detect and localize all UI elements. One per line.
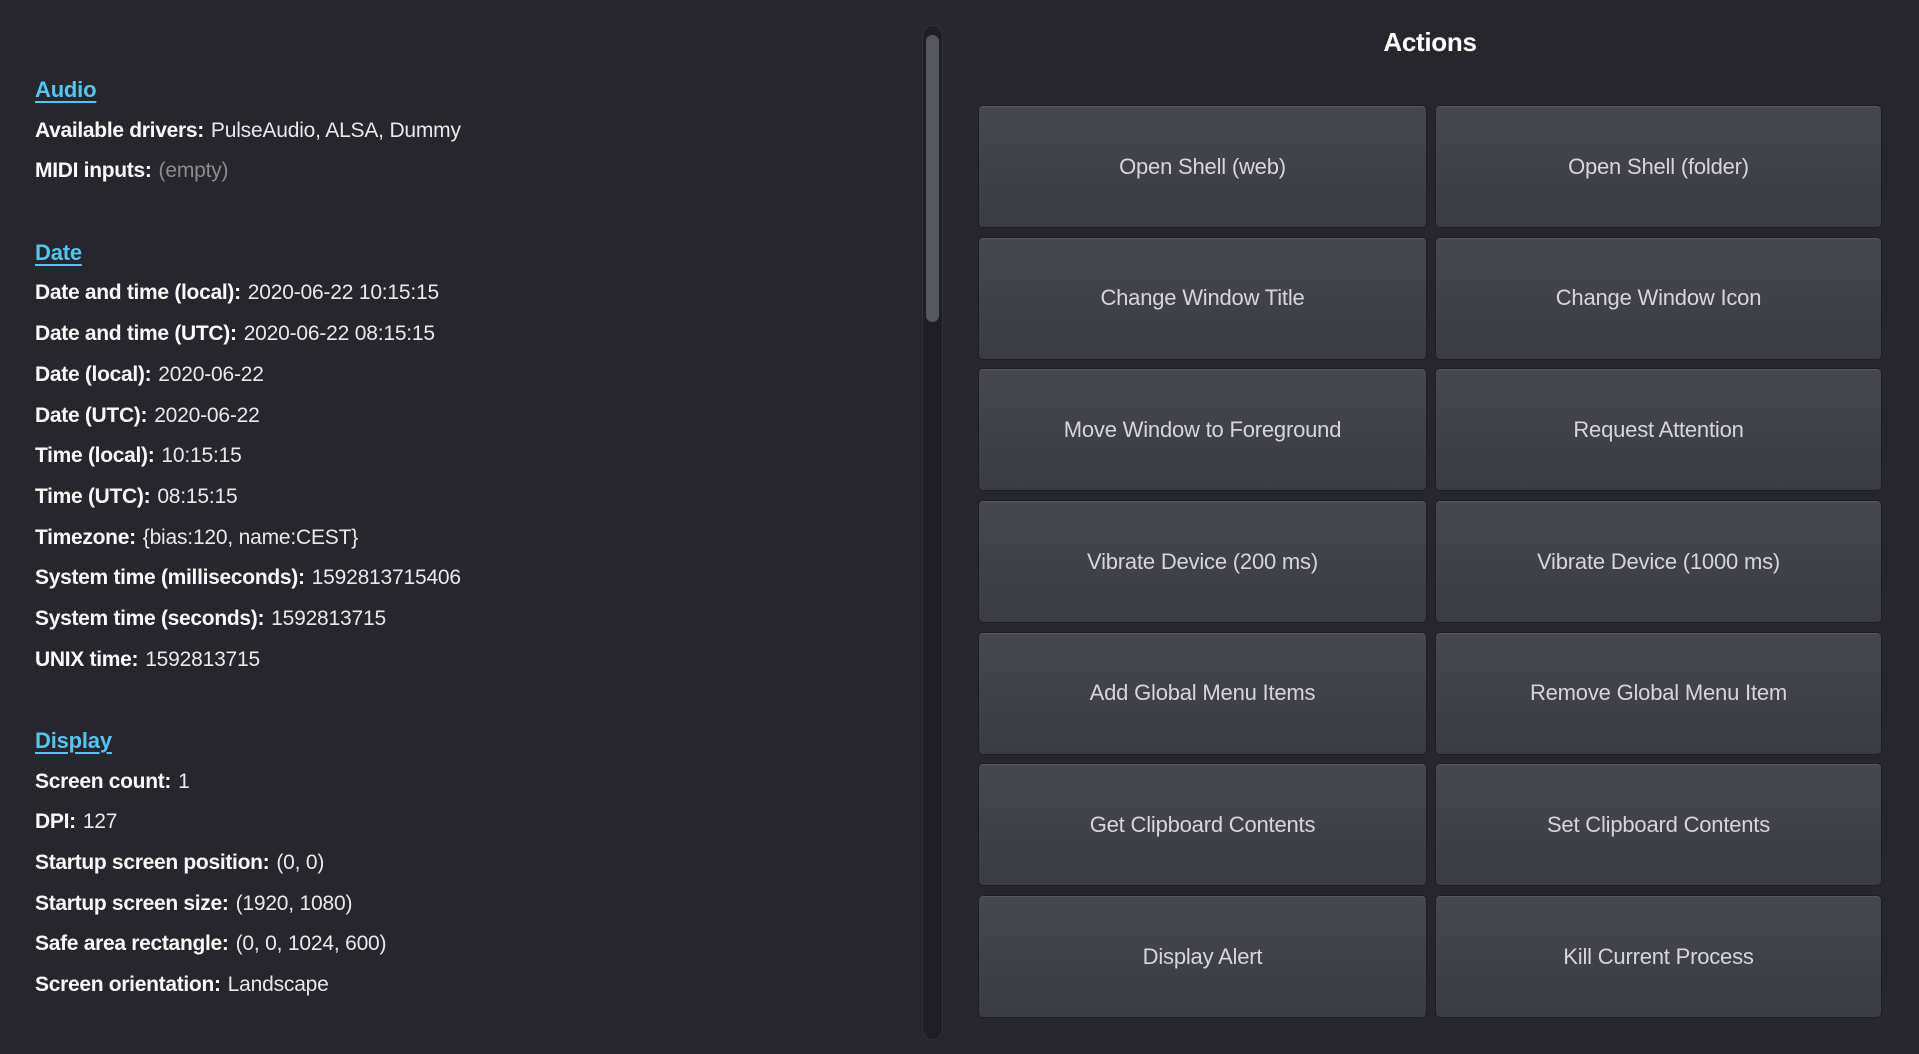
change-window-title-button[interactable]: Change Window Title xyxy=(978,237,1427,360)
info-value: 2020-06-22 10:15:15 xyxy=(248,281,439,304)
info-value: Landscape xyxy=(228,973,329,996)
info-value: PulseAudio, ALSA, Dummy xyxy=(211,119,461,142)
info-label: Date and time (local): xyxy=(35,281,241,304)
info-row-time-local: Time (local): 10:15:15 xyxy=(35,436,461,477)
info-row-startup-screen-position: Startup screen position: (0, 0) xyxy=(35,843,461,884)
info-value: 08:15:15 xyxy=(157,485,237,508)
info-value: 1592813715 xyxy=(271,607,386,630)
info-value: 2020-06-22 xyxy=(158,363,263,386)
info-row-date-utc: Date (UTC): 2020-06-22 xyxy=(35,396,461,437)
info-label: MIDI inputs: xyxy=(35,159,152,182)
info-row-dpi: DPI: 127 xyxy=(35,802,461,843)
section-audio: Audio Available drivers: PulseAudio, ALSA… xyxy=(35,70,461,192)
kill-current-process-button[interactable]: Kill Current Process xyxy=(1435,895,1882,1018)
info-value: (0, 0) xyxy=(276,851,324,874)
actions-panel: Open Shell (web) Open Shell (folder) Cha… xyxy=(978,105,1882,1018)
info-row-midi-inputs: MIDI inputs: (empty) xyxy=(35,151,461,192)
info-value: 127 xyxy=(83,810,117,833)
vibrate-device-1000ms-button[interactable]: Vibrate Device (1000 ms) xyxy=(1435,500,1882,623)
info-value: 1592813715406 xyxy=(312,566,461,589)
section-date: Date Date and time (local): 2020-06-22 10… xyxy=(35,233,461,681)
scrollbar-thumb[interactable] xyxy=(926,35,939,322)
info-label: Screen count: xyxy=(35,770,171,793)
section-heading-audio[interactable]: Audio xyxy=(35,77,96,102)
info-label: Date (UTC): xyxy=(35,404,147,427)
info-value: (0, 0, 1024, 600) xyxy=(236,932,387,955)
actions-title: Actions xyxy=(978,27,1882,58)
info-label: Timezone: xyxy=(35,526,136,549)
info-value: 1592813715 xyxy=(145,648,260,671)
request-attention-button[interactable]: Request Attention xyxy=(1435,368,1882,491)
info-row-date-local: Date (local): 2020-06-22 xyxy=(35,355,461,396)
info-row-unix-time: UNIX time: 1592813715 xyxy=(35,640,461,681)
change-window-icon-button[interactable]: Change Window Icon xyxy=(1435,237,1882,360)
info-row-available-drivers: Available drivers: PulseAudio, ALSA, Dumm… xyxy=(35,111,461,152)
info-label: Safe area rectangle: xyxy=(35,932,229,955)
info-label: System time (seconds): xyxy=(35,607,264,630)
info-row-system-time-ms: System time (milliseconds): 1592813715406 xyxy=(35,558,461,599)
info-value: 2020-06-22 xyxy=(154,404,259,427)
system-info-panel: Audio Available drivers: PulseAudio, ALSA… xyxy=(35,70,461,1047)
info-row-system-time-s: System time (seconds): 1592813715 xyxy=(35,599,461,640)
get-clipboard-contents-button[interactable]: Get Clipboard Contents xyxy=(978,763,1427,886)
info-label: Date and time (UTC): xyxy=(35,322,237,345)
info-value: (empty) xyxy=(159,159,229,182)
section-heading-date[interactable]: Date xyxy=(35,240,82,265)
info-value: 2020-06-22 08:15:15 xyxy=(244,322,435,345)
info-row-time-utc: Time (UTC): 08:15:15 xyxy=(35,477,461,518)
open-shell-web-button[interactable]: Open Shell (web) xyxy=(978,105,1427,228)
display-alert-button[interactable]: Display Alert xyxy=(978,895,1427,1018)
info-row-timezone: Timezone: {bias:120, name:CEST} xyxy=(35,518,461,559)
info-label: Time (UTC): xyxy=(35,485,150,508)
info-label: DPI: xyxy=(35,810,76,833)
info-label: Available drivers: xyxy=(35,119,204,142)
info-label: System time (milliseconds): xyxy=(35,566,305,589)
info-value: {bias:120, name:CEST} xyxy=(143,526,358,549)
info-label: Screen orientation: xyxy=(35,973,221,996)
set-clipboard-contents-button[interactable]: Set Clipboard Contents xyxy=(1435,763,1882,886)
section-display: Display Screen count: 1 DPI: 127 Startup s… xyxy=(35,721,461,1006)
info-row-safe-area-rectangle: Safe area rectangle: (0, 0, 1024, 600) xyxy=(35,924,461,965)
section-heading-display[interactable]: Display xyxy=(35,728,112,753)
open-shell-folder-button[interactable]: Open Shell (folder) xyxy=(1435,105,1882,228)
add-global-menu-items-button[interactable]: Add Global Menu Items xyxy=(978,632,1427,755)
info-label: Date (local): xyxy=(35,363,151,386)
info-value: 10:15:15 xyxy=(161,444,241,467)
info-row-date-time-local: Date and time (local): 2020-06-22 10:15:1… xyxy=(35,273,461,314)
scrollbar-track[interactable] xyxy=(922,25,943,1040)
info-label: Startup screen position: xyxy=(35,851,269,874)
info-row-date-time-utc: Date and time (UTC): 2020-06-22 08:15:15 xyxy=(35,314,461,355)
info-row-screen-orientation: Screen orientation: Landscape xyxy=(35,965,461,1006)
info-row-startup-screen-size: Startup screen size: (1920, 1080) xyxy=(35,884,461,925)
remove-global-menu-item-button[interactable]: Remove Global Menu Item xyxy=(1435,632,1882,755)
move-window-to-foreground-button[interactable]: Move Window to Foreground xyxy=(978,368,1427,491)
info-value: (1920, 1080) xyxy=(236,892,353,915)
vibrate-device-200ms-button[interactable]: Vibrate Device (200 ms) xyxy=(978,500,1427,623)
info-row-screen-count: Screen count: 1 xyxy=(35,762,461,803)
info-value: 1 xyxy=(178,770,189,793)
info-label: Time (local): xyxy=(35,444,154,467)
info-label: UNIX time: xyxy=(35,648,138,671)
info-label: Startup screen size: xyxy=(35,892,229,915)
